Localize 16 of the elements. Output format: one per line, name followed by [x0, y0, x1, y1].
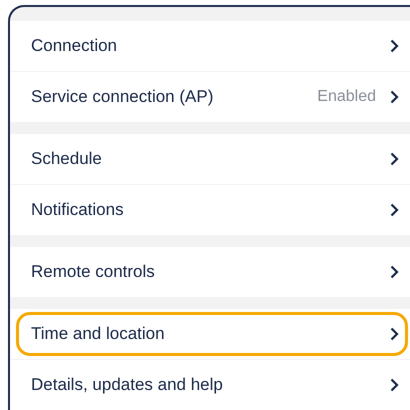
chevron-icon: [390, 327, 399, 341]
chevron-icon: [390, 152, 399, 166]
row-label: Service connection (AP): [31, 86, 214, 108]
chevron-icon: [390, 203, 399, 217]
row-value: Enabled: [317, 87, 376, 107]
row-label: Remote controls: [31, 261, 156, 284]
settings-row[interactable]: Time and location: [16, 312, 408, 356]
row-label: Details, updates and help: [31, 374, 224, 396]
chevron-icon: [390, 378, 399, 392]
chevron-icon: [390, 265, 399, 279]
row-label: Notifications: [31, 199, 125, 222]
row-label: Connection: [31, 35, 118, 58]
row-label: Schedule: [31, 148, 103, 170]
chevron-icon: [390, 90, 399, 104]
chevron-icon: [390, 39, 399, 53]
row-label: Time and location: [31, 323, 166, 346]
